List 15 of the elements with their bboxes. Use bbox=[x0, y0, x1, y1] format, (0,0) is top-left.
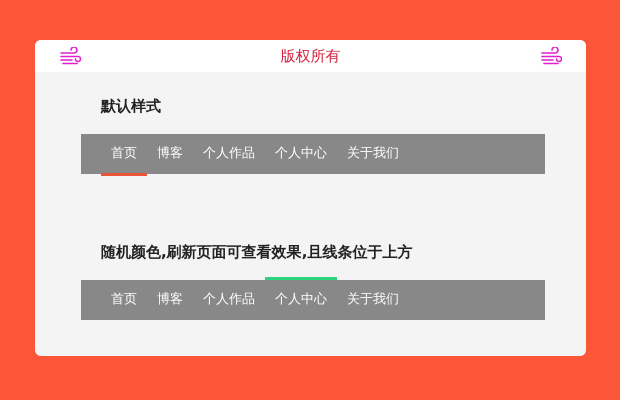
nav-link[interactable]: 首页 bbox=[101, 131, 147, 177]
nav-link[interactable]: 关于我们 bbox=[337, 131, 409, 177]
nav-link[interactable]: 个人作品 bbox=[193, 277, 265, 323]
nav-link[interactable]: 个人中心 bbox=[265, 131, 337, 177]
nav-link[interactable]: 个人中心 bbox=[265, 277, 337, 323]
section-title: 默认样式 bbox=[101, 96, 162, 116]
nav-link[interactable]: 博客 bbox=[147, 131, 193, 177]
nav-link[interactable]: 博客 bbox=[147, 277, 193, 323]
wind-icon bbox=[540, 47, 562, 65]
nav-link[interactable]: 首页 bbox=[101, 277, 147, 323]
section-title: 随机颜色,刷新页面可查看效果,且线条位于上方 bbox=[101, 242, 414, 262]
wind-icon bbox=[59, 47, 81, 65]
nav-link[interactable]: 关于我们 bbox=[337, 277, 409, 323]
nav-link[interactable]: 个人作品 bbox=[193, 131, 265, 177]
header-title: 版权所有 bbox=[280, 46, 340, 66]
